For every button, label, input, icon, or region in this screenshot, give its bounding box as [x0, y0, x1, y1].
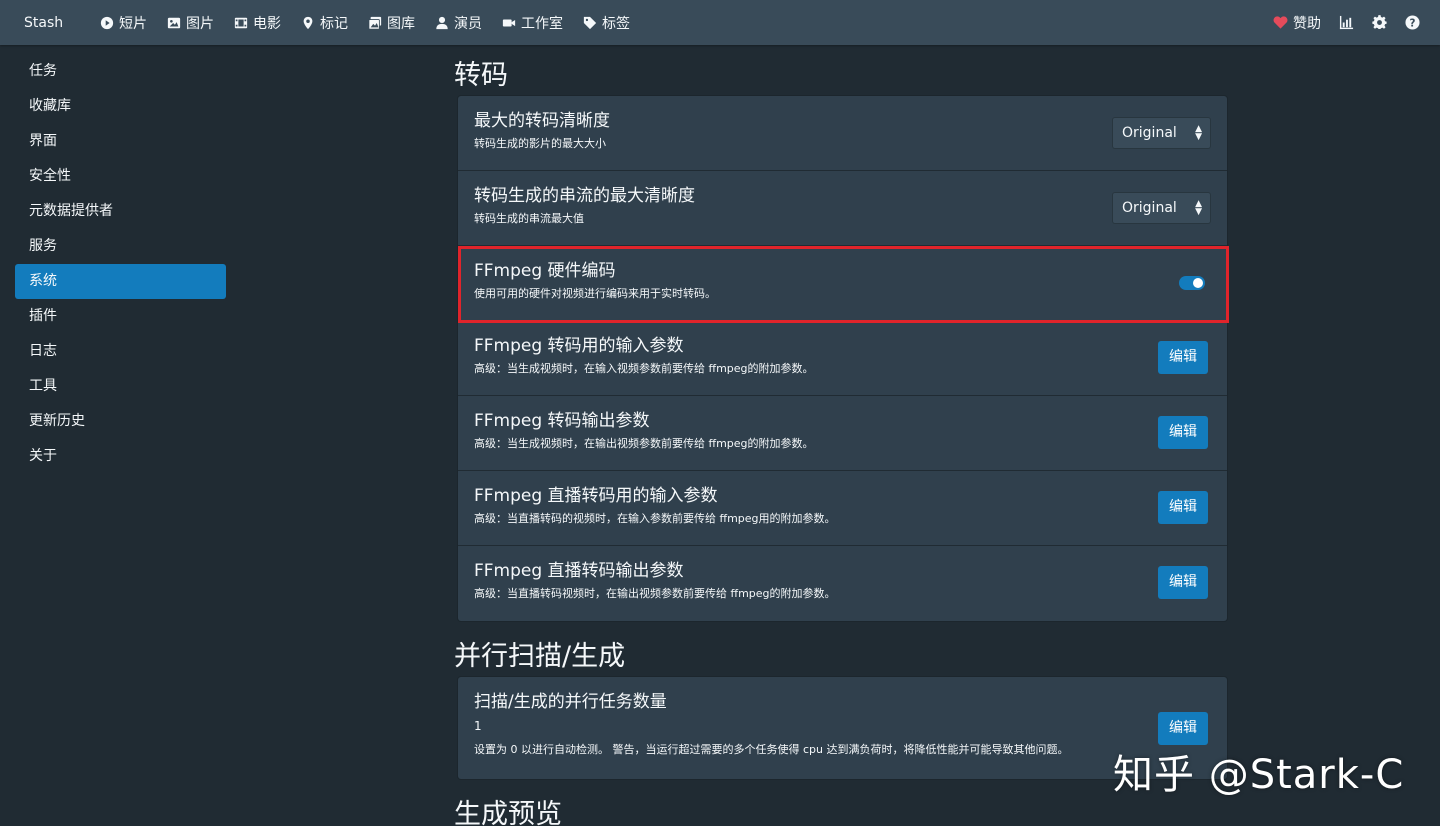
setting-value: 1: [474, 719, 482, 733]
setting-description: 高级：当生成视频时，在输入视频参数前要传给 ffmpeg的附加参数。: [474, 362, 814, 375]
nav-item-tags[interactable]: 标签: [583, 9, 630, 37]
edit-button[interactable]: 编辑: [1158, 416, 1208, 449]
video-camera-icon: [502, 19, 516, 26]
transcode-section-title: 转码: [454, 60, 508, 91]
transcode-card: 最大的转码清晰度 转码生成的影片的最大大小 Original ▲ ▼ 转码生成的串…: [458, 96, 1227, 621]
select-arrows-icon: ▲ ▼: [1195, 124, 1202, 142]
setting-description: 高级：当直播转码的视频时，在输入参数前要传给 ffmpeg用的附加参数。: [474, 512, 836, 525]
question-circle-icon: ?: [1405, 15, 1420, 30]
setting-row-ffmpeg-live-input-args: FFmpeg 直播转码用的输入参数 高级：当直播转码的视频时，在输入参数前要传给…: [458, 471, 1227, 546]
setting-description: 高级：当生成视频时，在输出视频参数前要传给 ffmpeg的附加参数。: [474, 437, 814, 450]
max-streaming-size-select[interactable]: Original ▲ ▼: [1112, 192, 1211, 224]
gear-icon: [1372, 15, 1387, 29]
setting-title: FFmpeg 直播转码输出参数: [474, 561, 684, 581]
nav-item-galleries[interactable]: 图库: [368, 9, 415, 37]
setting-description: 高级：当直播转码视频时，在输出视频参数前要传给 ffmpeg的附加参数。: [474, 587, 836, 600]
film-icon: [234, 17, 248, 28]
setting-title: FFmpeg 直播转码用的输入参数: [474, 486, 718, 506]
setting-row-max-transcode-size: 最大的转码清晰度 转码生成的影片的最大大小 Original ▲ ▼: [458, 96, 1227, 171]
donate-link[interactable]: 赞助: [1273, 9, 1321, 37]
top-navbar: Stash 短片 图片 电影 标记 图库 演员 工作室 标签 赞助 ?: [0, 0, 1440, 45]
play-circle-icon: [100, 16, 114, 29]
brand-link[interactable]: Stash: [24, 15, 100, 31]
nav-item-performers[interactable]: 演员: [435, 9, 482, 37]
watermark-text: 知乎 @Stark-C: [1113, 752, 1405, 798]
toggle-knob: [1193, 278, 1203, 288]
setting-title: FFmpeg 转码输出参数: [474, 411, 650, 431]
setting-row-ffmpeg-hw-encoding: FFmpeg 硬件编码 使用可用的硬件对视频进行编码来用于实时转码。: [458, 246, 1227, 321]
setting-title: 扫描/生成的并行任务数量: [474, 692, 667, 712]
sidebar-item-services[interactable]: 服务: [15, 229, 226, 264]
preview-section-title: 生成预览: [454, 799, 562, 826]
nav-item-images[interactable]: 图片: [167, 9, 214, 37]
nav-right: 赞助 ?: [1273, 9, 1420, 37]
parallel-section-title: 并行扫描/生成: [454, 641, 626, 672]
nav-item-studios[interactable]: 工作室: [502, 9, 563, 37]
setting-row-ffmpeg-transcode-output-args: FFmpeg 转码输出参数 高级：当生成视频时，在输出视频参数前要传给 ffmp…: [458, 396, 1227, 471]
edit-button[interactable]: 编辑: [1158, 341, 1208, 374]
parallel-card: 扫描/生成的并行任务数量 1 设置为 0 以进行自动检测。 警告，当运行超过需要…: [458, 677, 1227, 779]
setting-title: FFmpeg 硬件编码: [474, 261, 616, 281]
setting-row-parallel-tasks: 扫描/生成的并行任务数量 1 设置为 0 以进行自动检测。 警告，当运行超过需要…: [458, 677, 1227, 779]
settings-main: 转码 最大的转码清晰度 转码生成的影片的最大大小 Original ▲ ▼ 转码生…: [454, 56, 1227, 826]
stats-button[interactable]: [1339, 11, 1354, 34]
bar-chart-icon: [1339, 15, 1354, 30]
setting-title: FFmpeg 转码用的输入参数: [474, 336, 684, 356]
select-arrows-icon: ▲ ▼: [1195, 199, 1202, 217]
images-icon: [368, 16, 382, 30]
help-button[interactable]: ?: [1405, 11, 1420, 34]
sidebar-item-tools[interactable]: 工具: [15, 369, 226, 404]
sidebar-item-tasks[interactable]: 任务: [15, 54, 226, 89]
setting-title: 转码生成的串流的最大清晰度: [474, 186, 695, 206]
setting-row-ffmpeg-live-output-args: FFmpeg 直播转码输出参数 高级：当直播转码视频时，在输出视频参数前要传给 …: [458, 546, 1227, 621]
settings-sidebar: 任务 收藏库 界面 安全性 元数据提供者 服务 系统 插件 日志 工具 更新历史…: [15, 54, 226, 474]
nav-item-movies[interactable]: 电影: [234, 9, 281, 37]
tag-icon: [583, 16, 597, 29]
settings-button[interactable]: [1372, 11, 1387, 34]
image-icon: [167, 17, 181, 28]
edit-button[interactable]: 编辑: [1158, 566, 1208, 599]
edit-button[interactable]: 编辑: [1158, 491, 1208, 524]
svg-text:?: ?: [1410, 17, 1416, 29]
sidebar-item-changelog[interactable]: 更新历史: [15, 404, 226, 439]
map-marker-icon: [303, 16, 313, 29]
heart-icon: [1273, 16, 1288, 29]
user-icon: [436, 16, 448, 29]
setting-row-max-streaming-size: 转码生成的串流的最大清晰度 转码生成的串流最大值 Original ▲ ▼: [458, 171, 1227, 246]
ffmpeg-hw-encoding-toggle[interactable]: [1179, 276, 1205, 290]
sidebar-item-system[interactable]: 系统: [15, 264, 226, 299]
setting-description: 转码生成的串流最大值: [474, 212, 584, 225]
sidebar-item-library[interactable]: 收藏库: [15, 89, 226, 124]
nav-items: 短片 图片 电影 标记 图库 演员 工作室 标签: [100, 9, 650, 37]
sidebar-item-plugins[interactable]: 插件: [15, 299, 226, 334]
setting-title: 最大的转码清晰度: [474, 111, 610, 131]
max-transcode-size-select[interactable]: Original ▲ ▼: [1112, 117, 1211, 149]
sidebar-item-logs[interactable]: 日志: [15, 334, 226, 369]
setting-row-ffmpeg-transcode-input-args: FFmpeg 转码用的输入参数 高级：当生成视频时，在输入视频参数前要传给 ff…: [458, 321, 1227, 396]
sidebar-item-interface[interactable]: 界面: [15, 124, 226, 159]
sidebar-item-about[interactable]: 关于: [15, 439, 226, 474]
sidebar-item-metadata-providers[interactable]: 元数据提供者: [15, 194, 226, 229]
nav-item-markers[interactable]: 标记: [301, 9, 348, 37]
edit-button[interactable]: 编辑: [1158, 712, 1208, 745]
setting-description: 设置为 0 以进行自动检测。 警告，当运行超过需要的多个任务使得 cpu 达到满…: [474, 743, 1069, 756]
sidebar-item-security[interactable]: 安全性: [15, 159, 226, 194]
setting-description: 转码生成的影片的最大大小: [474, 137, 606, 150]
setting-description: 使用可用的硬件对视频进行编码来用于实时转码。: [474, 287, 716, 300]
nav-item-scenes[interactable]: 短片: [100, 9, 147, 37]
